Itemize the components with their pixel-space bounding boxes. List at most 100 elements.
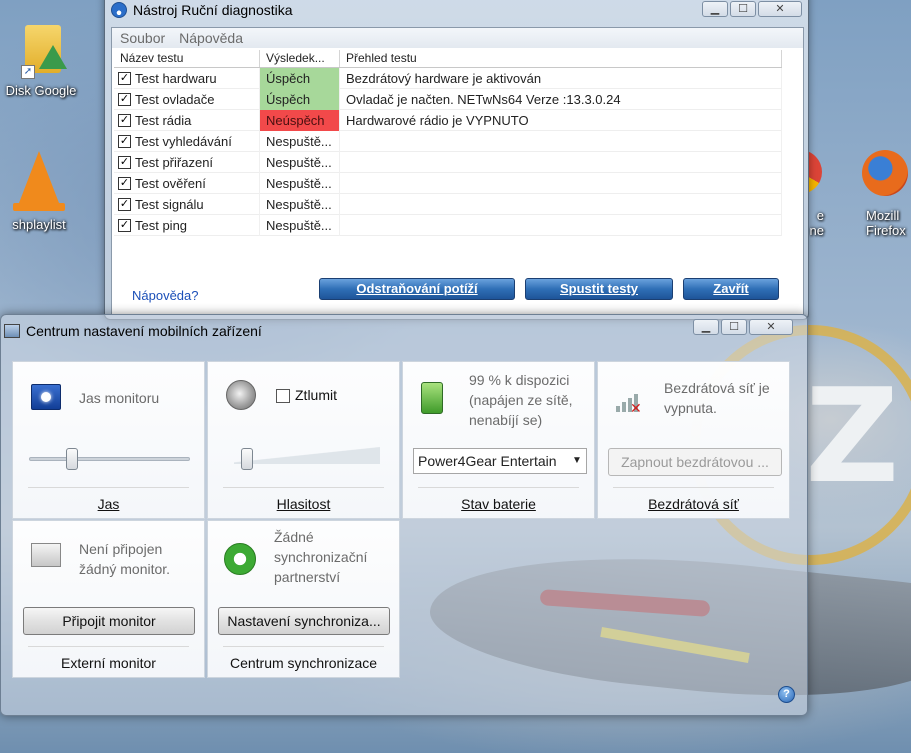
test-result: Nespuště... [260, 193, 340, 215]
enable-wireless-button[interactable]: Zapnout bezdrátovou ... [608, 448, 782, 476]
diagnostic-window-title: Nástroj Ruční diagnostika [133, 2, 293, 18]
table-row[interactable]: ✓ Test rádia Neúspěch Hardwarové rádio je V… [114, 109, 782, 131]
menu-bar: Soubor Nápověda [112, 28, 803, 48]
minimize-button[interactable]: ▁ [693, 319, 719, 335]
table-row[interactable]: ✓ Test přiřazení Nespuště... [114, 151, 782, 173]
mute-checkbox[interactable] [276, 389, 290, 403]
chevron-down-icon: ▼ [568, 449, 586, 473]
troubleshoot-button[interactable]: Odstraňování potíží [319, 278, 515, 300]
brightness-slider-track[interactable] [29, 457, 190, 461]
vlc-icon [19, 151, 59, 203]
firefox-icon [862, 150, 908, 196]
close-button[interactable]: ✕ [758, 1, 802, 17]
test-name: Test hardwaru [135, 70, 217, 86]
test-result: Úspěch [260, 88, 340, 110]
sync-label: Centrum synchronizace [229, 655, 378, 671]
volume-slider-thumb[interactable] [240, 448, 253, 470]
sync-icon [224, 543, 256, 575]
table-row[interactable]: ✓ Test vyhledávání Nespuště... [114, 130, 782, 152]
menu-help[interactable]: Nápověda [179, 30, 243, 46]
test-name-cell: ✓ Test vyhledávání [114, 130, 260, 152]
table-row[interactable]: ✓ Test ping Nespuště... [114, 214, 782, 236]
test-name: Test ovladače [135, 91, 215, 107]
test-name-cell: ✓ Test ověření [114, 172, 260, 194]
test-name-cell: ✓ Test hardwaru [114, 67, 260, 89]
maximize-button[interactable]: ☐ [721, 319, 747, 335]
test-summary [340, 193, 782, 215]
brightness-text: Jas monitoru [79, 390, 160, 406]
column-header-name[interactable]: Název testu [114, 50, 260, 67]
test-summary [340, 151, 782, 173]
test-result: Nespuště... [260, 172, 340, 194]
volume-slider-track[interactable] [234, 446, 380, 464]
monitor-text: Není připojen žádný monitor. [79, 541, 171, 577]
column-header-result[interactable]: Výsledek... [260, 50, 340, 67]
wallpaper-letter: Z [805, 360, 900, 512]
test-name-cell: ✓ Test ovladače [114, 88, 260, 110]
test-checkbox[interactable]: ✓ [118, 113, 131, 127]
test-summary: Ovladač je načten. NETwNs64 Verze :13.3.… [340, 88, 782, 110]
test-name-cell: ✓ Test signálu [114, 193, 260, 215]
table-row[interactable]: ✓ Test ověření Nespuště... [114, 172, 782, 194]
test-checkbox[interactable]: ✓ [118, 155, 131, 169]
desktop-icon-vlc[interactable]: shplaylist [0, 145, 78, 232]
brightness-slider-thumb[interactable] [66, 448, 79, 470]
test-summary [340, 214, 782, 236]
connect-monitor-button[interactable]: Připojit monitor [23, 607, 195, 635]
maximize-button[interactable]: ☐ [730, 1, 756, 17]
test-name: Test vyhledávání [135, 133, 232, 149]
test-summary [340, 130, 782, 152]
mobility-center-title: Centrum nastavení mobilních zařízení [26, 323, 262, 339]
table-header: Název testu Výsledek... Přehled testu [114, 50, 782, 68]
diagnostic-window-body: Soubor Nápověda Název testu Výsledek... … [111, 27, 804, 315]
desktop-icon-google-drive[interactable]: ➚ Disk Google [0, 15, 82, 98]
sync-settings-button[interactable]: Nastavení synchroniza... [218, 607, 390, 635]
tile-sync-center: Žádné synchronizační partnerství Nastave… [207, 520, 400, 678]
mobility-caption-buttons: ▁ ☐ ✕ [693, 319, 793, 335]
test-summary [340, 172, 782, 194]
power-plan-select[interactable]: Power4Gear Entertain ▼ [413, 448, 587, 474]
wireless-text: Bezdrátová síť je vypnuta. [664, 380, 770, 416]
mobility-center-titlebar[interactable]: Centrum nastavení mobilních zařízení [4, 323, 262, 339]
test-checkbox[interactable]: ✓ [118, 71, 131, 85]
help-link[interactable]: Nápověda? [132, 288, 199, 303]
battery-icon [421, 382, 443, 414]
minimize-button[interactable]: ▁ [702, 1, 728, 17]
test-result: Úspěch [260, 67, 340, 89]
desktop-icon-firefox[interactable]: Mozill Firefox [850, 150, 911, 238]
test-checkbox[interactable]: ✓ [118, 197, 131, 211]
close-dialog-button[interactable]: Zavřít [683, 278, 779, 300]
test-checkbox[interactable]: ✓ [118, 134, 131, 148]
test-name-cell: ✓ Test rádia [114, 109, 260, 131]
wireless-label: Bezdrátová síť [648, 496, 739, 512]
test-checkbox[interactable]: ✓ [118, 176, 131, 190]
column-header-summary[interactable]: Přehled testu [340, 50, 782, 67]
menu-file[interactable]: Soubor [120, 30, 165, 46]
test-result: Nespuště... [260, 214, 340, 236]
mobility-center-window: Centrum nastavení mobilních zařízení ▁ ☐… [0, 314, 808, 716]
desktop-icon-label: Disk Google [5, 83, 77, 98]
wireless-off-icon: ✕ [616, 390, 642, 416]
test-checkbox[interactable]: ✓ [118, 218, 131, 232]
test-name-cell: ✓ Test přiřazení [114, 151, 260, 173]
close-button[interactable]: ✕ [749, 319, 793, 335]
test-name: Test přiřazení [135, 154, 214, 170]
diagnostic-window-titlebar[interactable]: Nástroj Ruční diagnostika [111, 1, 293, 19]
diagnostic-caption-buttons: ▁ ☐ ✕ [702, 1, 802, 17]
test-result: Neúspěch [260, 109, 340, 131]
test-name: Test rádia [135, 112, 192, 128]
tile-wireless: ✕ Bezdrátová síť je vypnuta. Zapnout bez… [597, 361, 790, 519]
test-checkbox[interactable]: ✓ [118, 92, 131, 106]
test-result: Nespuště... [260, 151, 340, 173]
run-tests-button[interactable]: Spustit testy [525, 278, 673, 300]
test-name: Test ověření [135, 175, 206, 191]
brightness-icon [31, 384, 61, 410]
tile-volume: Ztlumit Hlasitost [207, 361, 400, 519]
test-summary: Hardwarové rádio je VYPNUTO [340, 109, 782, 131]
brightness-label: Jas [97, 496, 120, 512]
table-row[interactable]: ✓ Test signálu Nespuště... [114, 193, 782, 215]
table-row[interactable]: ✓ Test hardwaru Úspěch Bezdrátový hardware … [114, 67, 782, 89]
table-row[interactable]: ✓ Test ovladače Úspěch Ovladač je načten. N… [114, 88, 782, 110]
battery-label: Stav baterie [461, 496, 536, 512]
help-icon[interactable]: ? [778, 686, 795, 703]
